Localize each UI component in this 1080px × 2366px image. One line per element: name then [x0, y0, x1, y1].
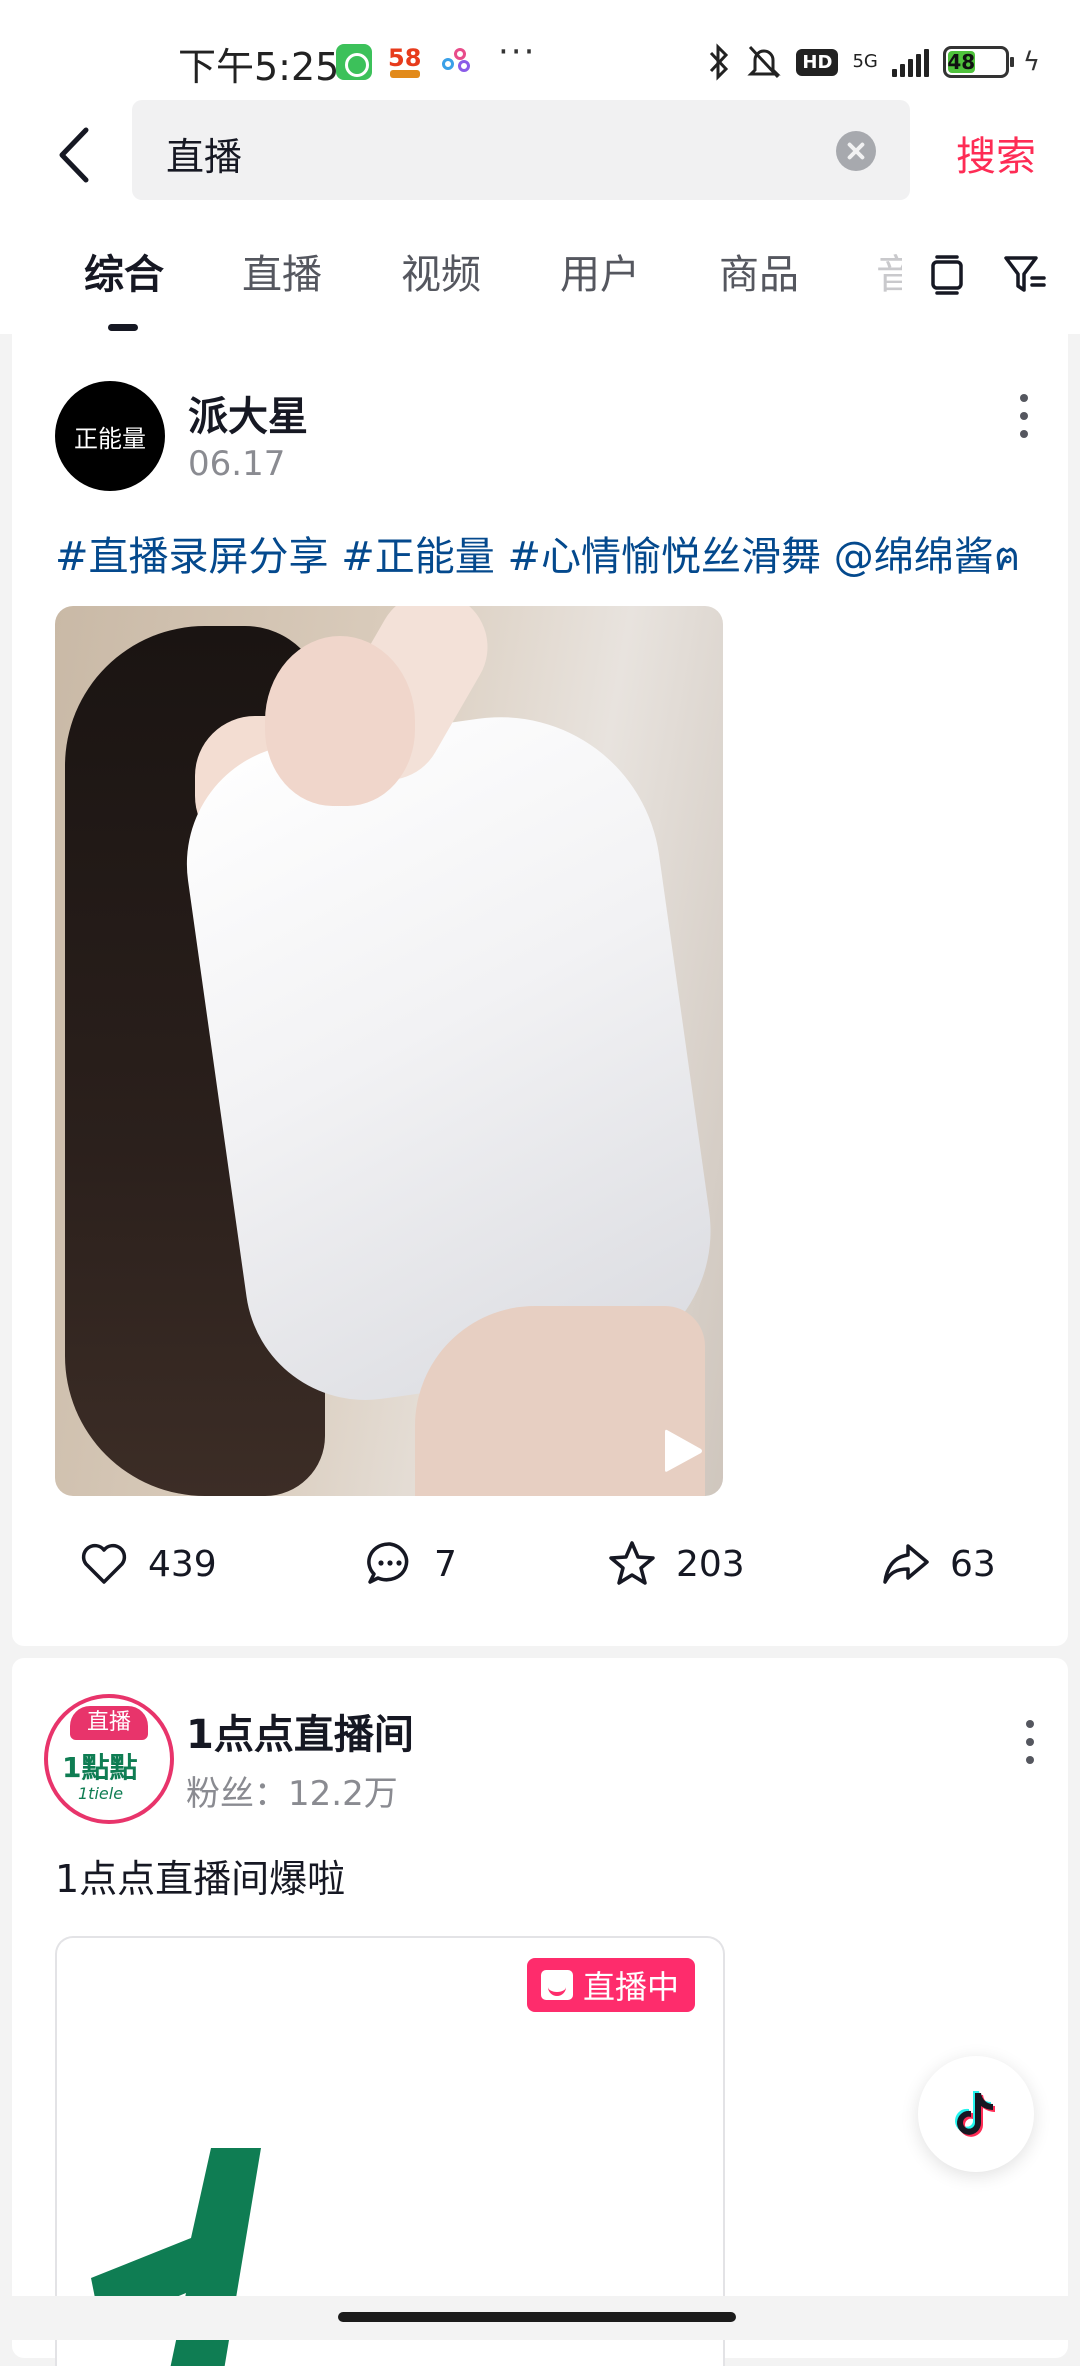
avatar[interactable]: 正能量 [55, 381, 165, 491]
mute-bell-icon [747, 45, 782, 79]
avatar-logo: 1點點 [62, 1751, 138, 1784]
tab-comprehensive[interactable]: 综合 [84, 242, 164, 300]
heart-icon [81, 1543, 127, 1584]
more-notifications-icon: ··· [498, 32, 537, 72]
avatar-live-badge: 直播 [70, 1706, 148, 1740]
home-indicator[interactable] [338, 2312, 736, 2322]
filter-icon[interactable] [1002, 252, 1046, 296]
post-caption[interactable]: #直播录屏分享 #正能量 #心情愉悦丝滑舞 @绵绵酱ฅ [55, 524, 1020, 588]
author-name[interactable]: 派大星 [188, 384, 308, 442]
back-arrow-icon [59, 127, 89, 183]
tab-products[interactable]: 商品 [719, 242, 799, 300]
tiktok-home-button[interactable] [918, 2056, 1034, 2172]
post-card[interactable]: 正能量 派大星 06.17 #直播录屏分享 #正能量 #心情愉悦丝滑舞 @绵绵酱… [12, 334, 1068, 1646]
search-tabs: 综合 直播 视频 用户 商品 音 [0, 210, 1080, 334]
bluetooth-icon [710, 43, 729, 81]
search-button[interactable]: 搜索 [956, 124, 1036, 182]
battery-icon: 48 [942, 46, 1014, 78]
battery-level: 48 [947, 50, 976, 74]
comment-icon [367, 1542, 409, 1584]
clear-icon[interactable] [836, 131, 876, 171]
thumbnail-face-shape [265, 636, 415, 806]
hd-badge: HD [796, 48, 839, 76]
status-indicators: HD 5G 48 ϟ [706, 40, 1040, 84]
share-count: 63 [950, 1543, 996, 1585]
signal-icon [891, 47, 929, 77]
status-bar: 下午5:25 58 ··· HD 5G 48 ϟ [0, 0, 1080, 100]
search-input[interactable]: 直播 [132, 100, 910, 200]
tab-video[interactable]: 视频 [401, 242, 481, 300]
favorite-button[interactable]: 203 [606, 1536, 745, 1592]
tab-users[interactable]: 用户 [560, 242, 640, 300]
search-header: 直播 搜索 [0, 100, 1080, 210]
network-type: 5G [852, 51, 878, 72]
more-icon[interactable] [1018, 1712, 1042, 1772]
avatar[interactable]: 直播 1點點 1tiele [44, 1694, 174, 1824]
search-query: 直播 [166, 135, 243, 179]
avatar-script: 1tiele [78, 1784, 124, 1803]
live-badge-label: 直播中 [583, 1968, 680, 2006]
star-icon [609, 1541, 655, 1585]
like-button[interactable]: 439 [78, 1536, 217, 1592]
post-actions: 439 7 203 63 [12, 1524, 1068, 1604]
fan-count: 粉丝：12.2万 [186, 1774, 398, 1814]
shop-icon [541, 1970, 573, 2000]
more-icon[interactable] [1012, 386, 1036, 446]
tiktok-icon [955, 2091, 995, 2137]
charging-icon: ϟ [1022, 47, 1040, 77]
cloud-notification-icon [440, 44, 476, 80]
share-icon [883, 1544, 929, 1584]
like-count: 439 [148, 1543, 217, 1585]
navigation-bar [0, 2296, 1080, 2340]
tab-live[interactable]: 直播 [242, 242, 322, 300]
tab-active-indicator [108, 324, 138, 331]
favorite-count: 203 [676, 1543, 745, 1585]
play-icon [665, 1429, 702, 1472]
post-date: 06.17 [188, 444, 286, 484]
app58-notification-icon: 58 [386, 44, 422, 80]
post-caption[interactable]: 1点点直播间爆啦 [55, 1848, 345, 1903]
comment-count: 7 [434, 1543, 457, 1585]
live-room-card[interactable]: 直播 1點點 1tiele 1点点直播间 粉丝：12.2万 1点点直播间爆啦 直… [12, 1658, 1068, 2366]
share-button[interactable]: 63 [880, 1536, 996, 1592]
author-name[interactable]: 1点点直播间 [186, 1702, 414, 1760]
layout-icon[interactable] [925, 252, 969, 296]
video-thumbnail[interactable] [55, 606, 723, 1496]
status-time: 下午5:25 [178, 45, 340, 89]
back-button[interactable] [50, 120, 106, 190]
comment-button[interactable]: 7 [364, 1536, 457, 1592]
wechat-notification-icon [336, 44, 372, 80]
tab-music[interactable]: 音 [876, 242, 902, 300]
live-badge: 直播中 [527, 1958, 696, 2012]
